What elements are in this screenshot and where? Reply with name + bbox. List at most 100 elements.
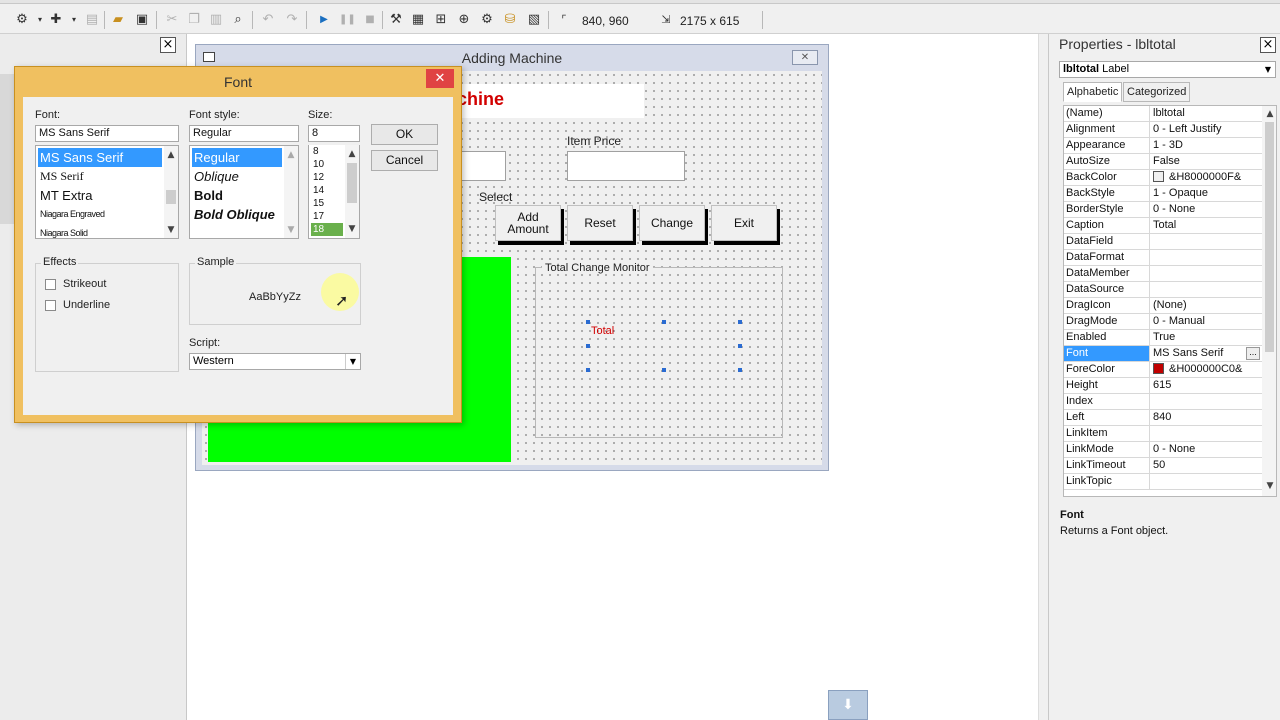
chevron-down-icon[interactable]: ▼ [1261, 62, 1275, 77]
property-row[interactable]: (Name) lbltotal [1064, 106, 1262, 122]
property-row[interactable]: Appearance 1 - 3D [1064, 138, 1262, 154]
resize-handle[interactable] [738, 368, 742, 372]
style-list-item[interactable]: Oblique [192, 167, 239, 186]
pause-icon[interactable]: ❚❚ [339, 12, 356, 28]
add-project-icon[interactable]: ⚙ [14, 12, 30, 28]
stop-icon[interactable]: ■ [362, 12, 378, 28]
size-list-item[interactable]: 14 [311, 184, 324, 197]
total-change-monitor-frame[interactable] [535, 267, 783, 438]
property-value[interactable]: 840 [1151, 410, 1262, 425]
run-icon[interactable]: ▶ [316, 12, 332, 28]
font-style-input[interactable]: Regular [189, 125, 299, 142]
property-value[interactable]: (None) [1151, 298, 1262, 313]
ellipsis-button[interactable]: ... [1246, 347, 1260, 360]
property-row[interactable]: ForeColor &H000000C0& [1064, 362, 1262, 378]
property-value[interactable] [1151, 234, 1262, 249]
property-value[interactable]: 0 - Manual [1151, 314, 1262, 329]
add-form-icon[interactable]: ✚ [48, 12, 64, 28]
property-value[interactable]: 1 - Opaque [1151, 186, 1262, 201]
close-icon[interactable]: × [160, 37, 176, 53]
resize-handle[interactable] [586, 368, 590, 372]
open-folder-icon[interactable]: ▰ [110, 12, 126, 28]
font-list-item[interactable]: MS Sans Serif [38, 148, 162, 167]
scroll-up-icon[interactable]: ▲ [165, 149, 177, 161]
close-icon[interactable]: × [1260, 37, 1276, 53]
property-value[interactable]: True [1151, 330, 1262, 345]
resize-handle[interactable] [738, 344, 742, 348]
form-close-icon[interactable]: ✕ [792, 50, 818, 65]
property-row[interactable]: BackColor &H8000000F& [1064, 170, 1262, 186]
style-list-item[interactable]: Bold [192, 186, 223, 205]
size-list-item[interactable]: 17 [311, 210, 324, 223]
property-value[interactable]: 0 - Left Justify [1151, 122, 1262, 137]
property-row[interactable]: DataFormat [1064, 250, 1262, 266]
font-list-item[interactable]: Niagara Solid [38, 224, 88, 238]
find-icon[interactable]: ⌕ [230, 12, 246, 28]
property-row[interactable]: Left 840 [1064, 410, 1262, 426]
property-row[interactable]: DragMode 0 - Manual [1064, 314, 1262, 330]
property-value[interactable]: 615 [1151, 378, 1262, 393]
scroll-thumb[interactable] [166, 190, 176, 204]
dropdown-arrow-icon[interactable]: ▾ [32, 12, 48, 28]
property-row[interactable]: BackStyle 1 - Opaque [1064, 186, 1262, 202]
resize-handle[interactable] [738, 320, 742, 324]
font-name-input[interactable]: MS Sans Serif [35, 125, 179, 142]
tab-alphabetic[interactable]: Alphabetic [1063, 82, 1123, 102]
toolbox-icon[interactable]: ⚙ [479, 12, 495, 28]
property-row[interactable]: Index [1064, 394, 1262, 410]
property-value[interactable] [1151, 266, 1262, 281]
exit-button[interactable]: Exit [711, 205, 777, 241]
change-button[interactable]: Change [639, 205, 705, 241]
resize-handle[interactable] [662, 368, 666, 372]
underline-checkbox[interactable] [45, 300, 56, 311]
ok-button[interactable]: OK [371, 124, 438, 145]
property-value[interactable]: False [1151, 154, 1262, 169]
style-list-item[interactable]: Bold Oblique [192, 205, 275, 224]
property-row[interactable]: Height 615 [1064, 378, 1262, 394]
strikeout-checkbox[interactable] [45, 279, 56, 290]
paste-icon[interactable]: ▥ [208, 12, 224, 28]
size-list-item[interactable]: 12 [311, 171, 324, 184]
close-icon[interactable]: ✕ [426, 69, 454, 88]
style-list-item[interactable]: Regular [192, 148, 282, 167]
property-value[interactable]: &H000000C0& [1151, 362, 1262, 377]
reset-button[interactable]: Reset [567, 205, 633, 241]
property-row[interactable]: Caption Total [1064, 218, 1262, 234]
size-list-item[interactable]: 15 [311, 197, 324, 210]
property-row[interactable]: LinkMode 0 - None [1064, 442, 1262, 458]
property-row[interactable]: LinkItem [1064, 426, 1262, 442]
property-value[interactable] [1151, 426, 1262, 441]
property-value[interactable]: 0 - None [1151, 202, 1262, 217]
property-row[interactable]: BorderStyle 0 - None [1064, 202, 1262, 218]
font-style-list[interactable]: Regular Oblique Bold Bold Oblique ▲ ▼ [189, 145, 299, 239]
canvas-scrollbar[interactable] [1038, 34, 1048, 720]
component-manager-icon[interactable]: ▧ [526, 12, 542, 28]
scroll-up-icon[interactable]: ▲ [285, 149, 297, 161]
property-row-font[interactable]: Font MS Sans Serif... [1064, 346, 1262, 362]
object-browser-icon[interactable]: ⊕ [456, 12, 472, 28]
font-list-item[interactable]: Niagara Engraved [38, 205, 105, 224]
resize-handle[interactable] [586, 344, 590, 348]
property-row[interactable]: DataField [1064, 234, 1262, 250]
property-row[interactable]: AutoSize False [1064, 154, 1262, 170]
copy-icon[interactable]: ❐ [186, 12, 202, 28]
property-value[interactable]: 0 - None [1151, 442, 1262, 457]
property-value[interactable] [1151, 282, 1262, 297]
scroll-up-icon[interactable]: ▲ [1264, 108, 1276, 120]
resize-handle[interactable] [586, 320, 590, 324]
property-value[interactable]: MS Sans Serif... [1151, 346, 1262, 361]
property-value[interactable]: &H8000000F& [1151, 170, 1262, 185]
redo-icon[interactable]: ↷ [284, 12, 300, 28]
size-input[interactable]: 8 [308, 125, 360, 142]
style-list-scrollbar[interactable]: ▲ ▼ [284, 146, 298, 238]
data-view-icon[interactable]: ⛁ [502, 12, 518, 28]
add-amount-button[interactable]: Add Amount [495, 205, 561, 241]
scroll-thumb[interactable] [347, 163, 357, 203]
property-row[interactable]: LinkTimeout 50 [1064, 458, 1262, 474]
size-list-item[interactable]: 10 [311, 158, 324, 171]
scroll-up-icon[interactable]: ▲ [346, 148, 358, 160]
scroll-down-icon[interactable]: ▼ [346, 223, 358, 235]
save-icon[interactable]: ▣ [134, 12, 150, 28]
size-list-item[interactable]: 8 [311, 145, 319, 158]
dropdown-arrow-icon[interactable]: ▾ [66, 12, 82, 28]
